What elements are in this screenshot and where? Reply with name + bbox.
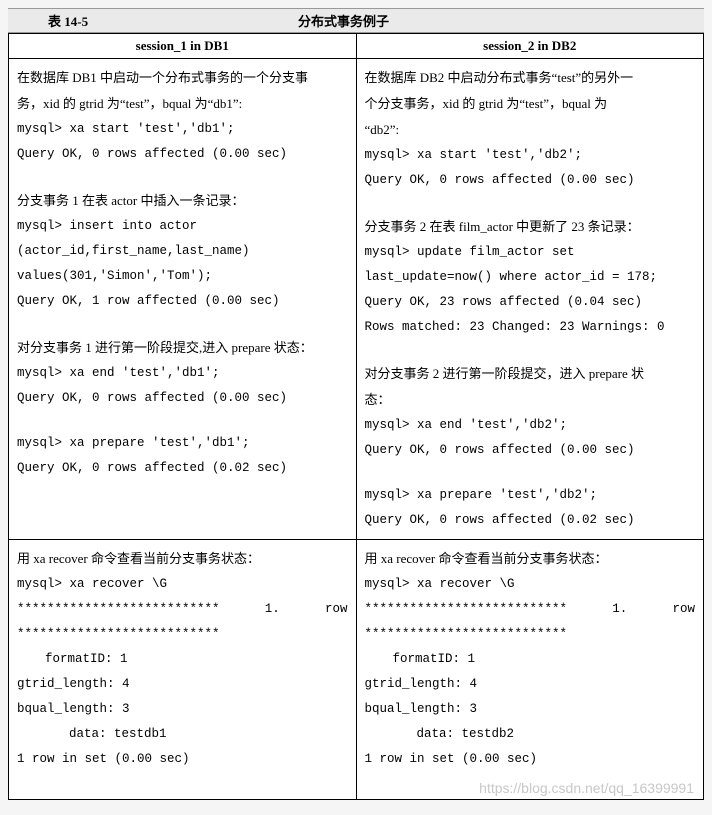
code-line: Rows matched: 23 Changed: 23 Warnings: 0: [365, 315, 696, 340]
blank-line: [365, 340, 696, 361]
asterisks: ***************************: [365, 622, 696, 647]
cell-r1c2: 在数据库 DB2 中启动分布式事务“test”的另外一 个分支事务，xid 的 …: [356, 59, 704, 540]
blank-line: [17, 481, 348, 502]
code-line: 1 row in set (0.00 sec): [365, 747, 696, 772]
code-line: Query OK, 0 rows affected (0.00 sec): [365, 438, 696, 463]
header-col1: session_1 in DB1: [9, 34, 357, 59]
blank-line: [365, 193, 696, 214]
blank-line: [17, 411, 348, 432]
code-line: Query OK, 0 rows affected (0.00 sec): [17, 386, 348, 411]
code-line: Query OK, 1 row affected (0.00 sec): [17, 289, 348, 314]
asterisks: ***************************: [365, 597, 568, 622]
code-line: mysql> insert into actor: [17, 214, 348, 239]
code-line: mysql> xa recover \G: [17, 572, 348, 597]
code-line: Query OK, 0 rows affected (0.02 sec): [365, 508, 696, 533]
caption-center: 分布式事务例子: [168, 11, 704, 30]
code-line: (actor_id,first_name,last_name): [17, 239, 348, 264]
caption-left: 表 14-5: [8, 11, 168, 30]
text-line: 态：: [365, 387, 696, 413]
xa-example-table: session_1 in DB1 session_2 in DB2 在数据库 D…: [8, 33, 704, 800]
code-line: gtrid_length: 4: [17, 672, 348, 697]
row-num: 1.: [265, 597, 280, 622]
text-line: 个分支事务，xid 的 gtrid 为“test”，bqual 为: [365, 91, 696, 117]
cell-r2c2: 用 xa recover 命令查看当前分支事务状态： mysql> xa rec…: [356, 540, 704, 800]
code-line: gtrid_length: 4: [365, 672, 696, 697]
row-num: 1.: [612, 597, 627, 622]
text-line: 分支事务 2 在表 film_actor 中更新了 23 条记录：: [365, 214, 696, 240]
text-line: “db2”:: [365, 117, 696, 143]
text-line: 用 xa recover 命令查看当前分支事务状态：: [365, 546, 696, 572]
code-line: mysql> xa start 'test','db1';: [17, 117, 348, 142]
text-line: 对分支事务 1 进行第一阶段提交,进入 prepare 状态：: [17, 335, 348, 361]
code-line: Query OK, 0 rows affected (0.00 sec): [365, 168, 696, 193]
code-line: mysql> xa prepare 'test','db2';: [365, 483, 696, 508]
code-line: data: testdb2: [365, 722, 696, 747]
code-line: mysql> xa end 'test','db2';: [365, 413, 696, 438]
table-row: 在数据库 DB1 中启动一个分布式事务的一个分支事 务，xid 的 gtrid …: [9, 59, 704, 540]
row-label: row: [325, 597, 348, 622]
row-label: row: [672, 597, 695, 622]
code-line: bqual_length: 3: [365, 697, 696, 722]
text-line: 在数据库 DB2 中启动分布式事务“test”的另外一: [365, 65, 696, 91]
code-line: formatID: 1: [17, 647, 348, 672]
code-line: data: testdb1: [17, 722, 348, 747]
text-line: 务，xid 的 gtrid 为“test”，bqual 为“db1”:: [17, 91, 348, 117]
code-line: mysql> xa end 'test','db1';: [17, 361, 348, 386]
code-line: mysql> xa start 'test','db2';: [365, 143, 696, 168]
cell-r1c1: 在数据库 DB1 中启动一个分布式事务的一个分支事 务，xid 的 gtrid …: [9, 59, 357, 540]
code-line: last_update=now() where actor_id = 178;: [365, 265, 696, 290]
table-caption: 表 14-5 分布式事务例子: [8, 8, 704, 33]
blank-line: [365, 463, 696, 484]
code-line: Query OK, 23 rows affected (0.04 sec): [365, 290, 696, 315]
blank-line: [17, 167, 348, 188]
blank-line: [17, 314, 348, 335]
header-col2: session_2 in DB2: [356, 34, 704, 59]
asterisks: ***************************: [17, 622, 348, 647]
code-line: Query OK, 0 rows affected (0.00 sec): [17, 142, 348, 167]
code-line: formatID: 1: [365, 647, 696, 672]
text-line: 在数据库 DB1 中启动一个分布式事务的一个分支事: [17, 65, 348, 91]
text-line: 分支事务 1 在表 actor 中插入一条记录：: [17, 188, 348, 214]
code-line: mysql> xa prepare 'test','db1';: [17, 431, 348, 456]
cell-r2c1: 用 xa recover 命令查看当前分支事务状态： mysql> xa rec…: [9, 540, 357, 800]
header-row: session_1 in DB1 session_2 in DB2: [9, 34, 704, 59]
code-line: values(301,'Simon','Tom');: [17, 264, 348, 289]
table-row: 用 xa recover 命令查看当前分支事务状态： mysql> xa rec…: [9, 540, 704, 800]
blank-line: [17, 502, 348, 523]
separator-row: *************************** 1. row: [365, 597, 696, 622]
asterisks: ***************************: [17, 597, 220, 622]
code-line: mysql> xa recover \G: [365, 572, 696, 597]
code-line: mysql> update film_actor set: [365, 240, 696, 265]
code-line: 1 row in set (0.00 sec): [17, 747, 348, 772]
separator-row: *************************** 1. row: [17, 597, 348, 622]
code-line: bqual_length: 3: [17, 697, 348, 722]
blank-line: [17, 772, 348, 793]
blank-line: [365, 772, 696, 793]
code-line: Query OK, 0 rows affected (0.02 sec): [17, 456, 348, 481]
text-line: 用 xa recover 命令查看当前分支事务状态：: [17, 546, 348, 572]
text-line: 对分支事务 2 进行第一阶段提交，进入 prepare 状: [365, 361, 696, 387]
